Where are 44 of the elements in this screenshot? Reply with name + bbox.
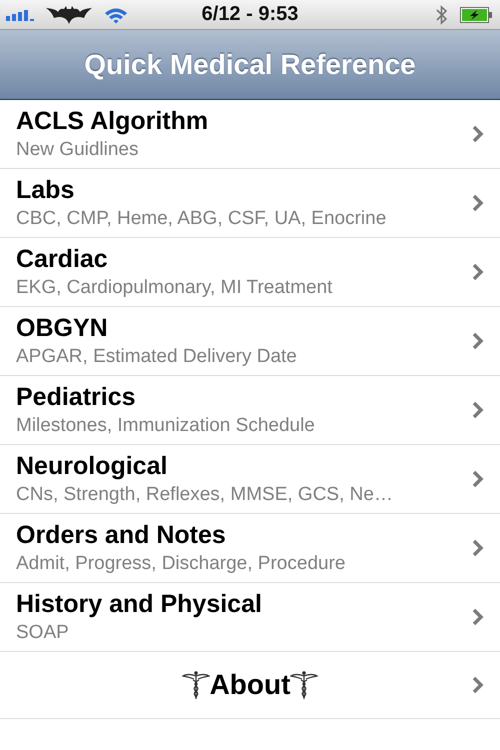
chevron-icon xyxy=(472,676,484,694)
row-title: Orders and Notes xyxy=(16,521,227,550)
list-row[interactable]: ACLS Algorithm New Guidlines xyxy=(0,100,500,169)
row-title: Labs xyxy=(16,176,76,205)
row-subtitle: Admit, Progress, Discharge, Procedure xyxy=(16,553,346,575)
chevron-icon xyxy=(472,539,484,557)
status-time: 6/12 - 9:53 xyxy=(202,3,298,26)
row-title: OBGYN xyxy=(16,314,109,343)
row-subtitle: CBC, CMP, Heme, ABG, CSF, UA, Enocrine xyxy=(16,208,388,230)
row-title: ACLS Algorithm xyxy=(16,107,210,136)
list-row[interactable]: About xyxy=(0,652,500,719)
row-title: History and Physical xyxy=(16,590,263,619)
battery-charging-icon xyxy=(460,6,492,22)
row-title: Cardiac xyxy=(16,245,109,274)
chevron-icon xyxy=(472,332,484,350)
list-row[interactable]: OBGYN APGAR, Estimated Delivery Date xyxy=(0,307,500,376)
wifi-icon xyxy=(104,6,128,24)
caduceus-icon xyxy=(182,670,210,700)
chevron-icon xyxy=(472,608,484,626)
chevron-icon xyxy=(472,470,484,488)
row-subtitle: CNs, Strength, Reflexes, MMSE, GCS, Ne… xyxy=(16,484,394,506)
row-title: About xyxy=(210,669,290,701)
bat-logo-icon xyxy=(46,6,92,24)
row-title: Pediatrics xyxy=(16,383,137,412)
list-row[interactable]: Neurological CNs, Strength, Reflexes, MMSE, GCS, Ne… xyxy=(0,445,500,514)
row-subtitle: SOAP xyxy=(16,622,70,644)
chevron-icon xyxy=(472,194,484,212)
list-row[interactable]: Orders and Notes Admit, Progress, Discharge, Procedure xyxy=(0,514,500,583)
list-row[interactable]: Cardiac EKG, Cardiopulmonary, MI Treatment xyxy=(0,238,500,307)
signal-icon xyxy=(6,8,34,22)
list-row[interactable]: Pediatrics Milestones, Immunization Schedule xyxy=(0,376,500,445)
row-subtitle: Milestones, Immunization Schedule xyxy=(16,415,316,437)
caduceus-icon xyxy=(290,670,318,700)
bluetooth-icon xyxy=(436,4,448,24)
chevron-icon xyxy=(472,401,484,419)
row-title: Neurological xyxy=(16,452,168,481)
chevron-icon xyxy=(472,125,484,143)
nav-title: Quick Medical Reference xyxy=(84,48,416,80)
list-row[interactable]: Labs CBC, CMP, Heme, ABG, CSF, UA, Enocrine xyxy=(0,169,500,238)
list-row[interactable]: History and Physical SOAP xyxy=(0,583,500,652)
chevron-icon xyxy=(472,263,484,281)
row-subtitle: New Guidlines xyxy=(16,139,140,161)
row-subtitle: APGAR, Estimated Delivery Date xyxy=(16,346,298,368)
row-subtitle: EKG, Cardiopulmonary, MI Treatment xyxy=(16,277,334,299)
